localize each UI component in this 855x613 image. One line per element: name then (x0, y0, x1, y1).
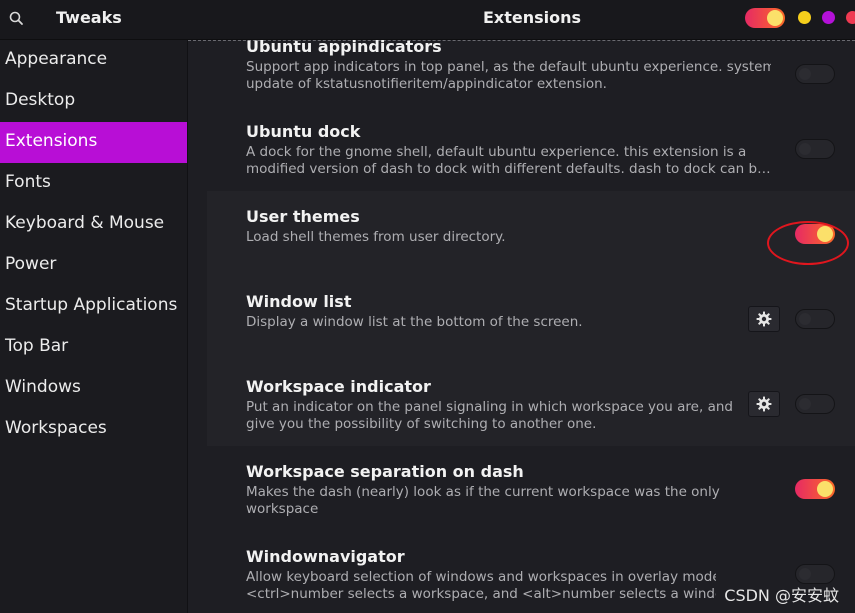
sidebar-item-desktop[interactable]: Desktop (0, 81, 187, 122)
extension-switch[interactable] (795, 139, 835, 159)
settings-button[interactable] (748, 306, 780, 332)
extension-row: Ubuntu dock A dock for the gnome shell, … (207, 110, 855, 195)
description-line: modified version of dash to dock with di… (246, 161, 771, 177)
extension-description: Display a window list at the bottom of t… (246, 314, 771, 331)
extension-switch[interactable] (795, 309, 835, 329)
extension-description: Load shell themes from user directory. (246, 229, 771, 246)
sidebar: Appearance Desktop Extensions Fonts Keyb… (0, 40, 188, 613)
extension-title: Ubuntu dock (246, 122, 361, 141)
sidebar-item-workspaces[interactable]: Workspaces (0, 409, 187, 450)
description-line: give you the possibility of switching to… (246, 416, 597, 432)
extension-row: Ubuntu appindicators Support app indicat… (207, 40, 855, 110)
description-line: update of kstatusnotifieritem/appindicat… (246, 76, 607, 92)
switch-knob (799, 143, 811, 155)
extension-description: A dock for the gnome shell, default ubun… (246, 144, 771, 178)
extension-description: Put an indicator on the panel signaling … (246, 399, 771, 433)
description-line: Makes the dash (nearly) look as if the c… (246, 484, 720, 500)
extensions-list[interactable]: Ubuntu appindicators Support app indicat… (188, 40, 855, 613)
extension-title: Workspace indicator (246, 377, 431, 396)
gear-icon (756, 396, 772, 412)
close-button[interactable] (846, 11, 855, 24)
sidebar-item-extensions[interactable]: Extensions (0, 122, 187, 163)
description-line: Display a window list at the bottom of t… (246, 314, 583, 330)
extension-row: Workspace separation on dash Makes the d… (207, 446, 855, 531)
description-line: A dock for the gnome shell, default ubun… (246, 144, 747, 160)
description-line: Load shell themes from user directory. (246, 229, 506, 245)
extension-description: Allow keyboard selection of windows and … (246, 569, 716, 603)
extension-title: Window list (246, 292, 352, 311)
settings-button[interactable] (748, 391, 780, 417)
header-bar: Tweaks Extensions (0, 0, 855, 40)
extension-row: Window list Display a window list at the… (207, 276, 855, 361)
description-line: workspace (246, 501, 319, 517)
extension-switch[interactable] (795, 564, 835, 584)
extensions-master-switch[interactable] (745, 8, 785, 28)
sidebar-item-appearance[interactable]: Appearance (0, 40, 187, 81)
extension-title: Workspace separation on dash (246, 462, 524, 481)
extension-description: Makes the dash (nearly) look as if the c… (246, 484, 771, 518)
switch-knob (799, 313, 811, 325)
switch-knob (817, 481, 833, 497)
switch-knob (799, 568, 811, 580)
sidebar-item-power[interactable]: Power (0, 245, 187, 286)
description-line: Support app indicators in top panel, as … (246, 59, 771, 75)
switch-knob (799, 68, 811, 80)
description-line: <ctrl>number selects a workspace, and <a… (246, 586, 716, 602)
sidebar-item-windows[interactable]: Windows (0, 368, 187, 409)
switch-knob (767, 10, 783, 26)
extension-row: User themes Load shell themes from user … (207, 191, 855, 276)
page-title: Extensions (482, 8, 582, 27)
description-line: Put an indicator on the panel signaling … (246, 399, 733, 415)
sidebar-item-top-bar[interactable]: Top Bar (0, 327, 187, 368)
sidebar-item-startup-applications[interactable]: Startup Applications (0, 286, 187, 327)
sidebar-item-fonts[interactable]: Fonts (0, 163, 187, 204)
extension-description: Support app indicators in top panel, as … (246, 59, 771, 93)
sidebar-item-keyboard-mouse[interactable]: Keyboard & Mouse (0, 204, 187, 245)
switch-knob (799, 398, 811, 410)
description-line: Allow keyboard selection of windows and … (246, 569, 716, 585)
gear-icon (756, 311, 772, 327)
extension-switch[interactable] (795, 479, 835, 499)
extension-title: User themes (246, 207, 360, 226)
extension-row: Workspace indicator Put an indicator on … (207, 361, 855, 446)
extension-switch[interactable] (795, 394, 835, 414)
extension-switch[interactable] (795, 64, 835, 84)
minimize-button[interactable] (798, 11, 811, 24)
highlight-annotation-circle (767, 221, 849, 265)
extension-title: Windownavigator (246, 547, 405, 566)
maximize-button[interactable] (822, 11, 835, 24)
extension-title: Ubuntu appindicators (246, 40, 442, 56)
watermark: CSDN @安安蚊 (724, 586, 839, 605)
